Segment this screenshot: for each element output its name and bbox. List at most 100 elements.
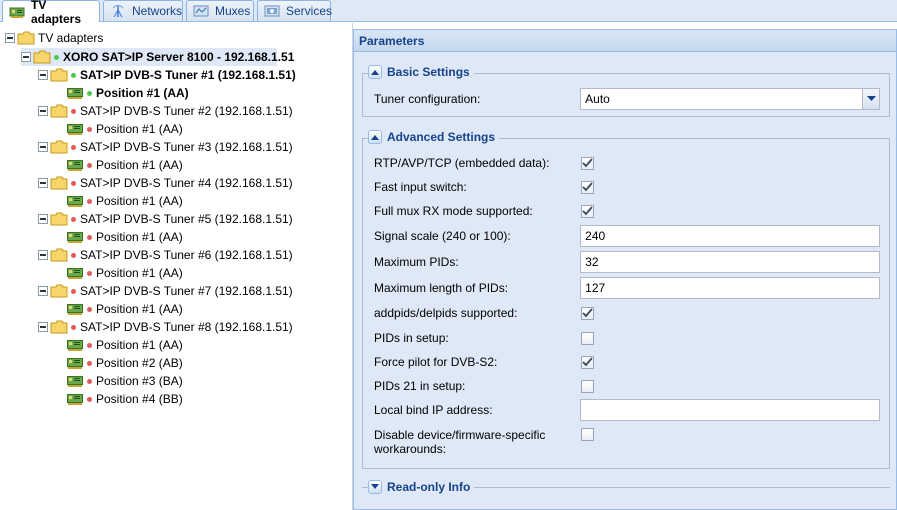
tv-card-icon <box>67 195 83 207</box>
full-mux-checkbox[interactable] <box>581 204 594 218</box>
collapse-toggle-icon[interactable] <box>38 106 48 116</box>
adapter-tree: TV adapters XORO SAT>IP Server 8100 - 19… <box>0 23 352 510</box>
tree-position[interactable]: Position #1 (AA) <box>67 192 183 210</box>
local-bind-ip-input[interactable] <box>580 399 880 421</box>
max-pids-input[interactable]: 32 <box>580 251 880 273</box>
tree-position[interactable]: Position #1 (AA) <box>67 300 183 318</box>
tree-tuner[interactable]: SAT>IP DVB-S Tuner #2 (192.168.1.51) <box>38 102 293 120</box>
tv-card-icon <box>67 87 83 99</box>
position-label: Position #4 (BB) <box>96 392 183 406</box>
force-pilot-checkbox[interactable] <box>581 355 594 369</box>
tree-root[interactable]: TV adapters <box>5 29 103 47</box>
tree-tuner[interactable]: SAT>IP DVB-S Tuner #1 (192.168.1.51) <box>38 66 296 84</box>
tree-tuner[interactable]: SAT>IP DVB-S Tuner #5 (192.168.1.51) <box>38 210 293 228</box>
disable-workarounds-checkbox[interactable] <box>581 428 594 441</box>
tv-card-icon <box>67 123 83 135</box>
checkmark-icon <box>582 182 593 192</box>
status-off-icon <box>71 144 76 150</box>
collapse-toggle-icon[interactable] <box>38 142 48 152</box>
field-label: PIDs in setup: <box>374 331 449 345</box>
tree-tuner[interactable]: SAT>IP DVB-S Tuner #8 (192.168.1.51) <box>38 318 293 336</box>
muxes-icon <box>193 4 209 18</box>
addpids-checkbox[interactable] <box>581 306 594 320</box>
fast-switch-checkbox[interactable] <box>581 180 594 194</box>
status-off-icon <box>87 360 92 366</box>
position-label: Position #1 (AA) <box>96 158 183 172</box>
legend-label: Advanced Settings <box>387 130 496 144</box>
status-off-icon <box>87 162 92 168</box>
collapse-toggle-icon[interactable] <box>21 52 31 62</box>
tab-networks[interactable]: Networks <box>103 0 183 21</box>
tree-position[interactable]: Position #1 (AA) <box>67 336 183 354</box>
tab-muxes[interactable]: Muxes <box>186 0 254 21</box>
tuner-configuration-select[interactable]: Auto <box>580 88 880 110</box>
readonly-info-legend[interactable]: Read-only Info <box>368 480 475 494</box>
tab-strip: TV adapters Networks Muxes Services <box>0 0 897 26</box>
collapse-toggle-icon[interactable] <box>38 286 48 296</box>
tab-services[interactable]: Services <box>257 0 332 21</box>
pids-in-setup-checkbox[interactable] <box>581 331 594 345</box>
chevron-down-icon[interactable] <box>862 89 879 109</box>
checkmark-icon <box>582 158 593 168</box>
tree-tuner[interactable]: SAT>IP DVB-S Tuner #3 (192.168.1.51) <box>38 138 293 156</box>
tv-card-icon <box>67 159 83 171</box>
tuner-label: SAT>IP DVB-S Tuner #2 (192.168.1.51) <box>80 104 293 118</box>
collapse-up-icon[interactable] <box>368 130 382 144</box>
advanced-settings-legend[interactable]: Advanced Settings <box>368 130 500 144</box>
collapse-toggle-icon[interactable] <box>38 70 48 80</box>
status-off-icon <box>87 306 92 312</box>
tree-position[interactable]: Position #2 (AB) <box>67 354 183 372</box>
tree-position[interactable]: Position #1 (AA) <box>67 120 183 138</box>
checkmark-icon <box>582 206 593 216</box>
fast-switch-row: Fast input switch: <box>374 180 880 194</box>
signal-scale-input[interactable]: 240 <box>580 225 880 247</box>
tuner-label: SAT>IP DVB-S Tuner #3 (192.168.1.51) <box>80 140 293 154</box>
legend-label: Basic Settings <box>387 65 470 79</box>
tab-label: Networks <box>132 4 183 18</box>
position-label: Position #1 (AA) <box>96 194 183 208</box>
collapse-up-icon[interactable] <box>368 65 382 79</box>
basic-settings-legend[interactable]: Basic Settings <box>368 65 474 79</box>
status-off-icon <box>71 108 76 114</box>
tuner-label: SAT>IP DVB-S Tuner #5 (192.168.1.51) <box>80 212 293 226</box>
tree-position[interactable]: Position #1 (AA) <box>67 228 183 246</box>
expand-down-icon[interactable] <box>368 480 382 494</box>
signal-scale-row: Signal scale (240 or 100): 240 <box>374 225 880 247</box>
tab-label: Muxes <box>215 4 251 18</box>
tree-position[interactable]: Position #1 (AA) <box>67 156 183 174</box>
tree-position[interactable]: Position #1 (AA) <box>67 84 189 102</box>
collapse-toggle-icon[interactable] <box>38 250 48 260</box>
position-label: Position #1 (AA) <box>96 86 189 100</box>
field-label: RTP/AVP/TCP (embedded data): <box>374 156 550 170</box>
tree-position[interactable]: Position #4 (BB) <box>67 390 183 408</box>
tab-tv-adapters[interactable]: TV adapters <box>2 0 100 26</box>
max-pid-length-row: Maximum length of PIDs: 127 <box>374 277 880 299</box>
position-label: Position #1 (AA) <box>96 122 183 136</box>
tree-tuner[interactable]: SAT>IP DVB-S Tuner #7 (192.168.1.51) <box>38 282 293 300</box>
status-off-icon <box>71 216 76 222</box>
tv-card-icon <box>9 5 25 19</box>
collapse-toggle-icon[interactable] <box>38 322 48 332</box>
tree-root-label: TV adapters <box>38 31 104 45</box>
collapse-toggle-icon[interactable] <box>38 178 48 188</box>
pids-in-setup-row: PIDs in setup: <box>374 331 880 345</box>
max-pids-row: Maximum PIDs: 32 <box>374 251 880 273</box>
folder-icon <box>50 104 68 118</box>
server-label: XORO SAT>IP Server 8100 - 192.168.1.51 <box>63 50 295 64</box>
folder-icon <box>33 50 51 64</box>
folder-icon <box>50 140 68 154</box>
collapse-toggle-icon[interactable] <box>5 33 15 43</box>
pids21-checkbox[interactable] <box>581 379 594 393</box>
tree-tuner[interactable]: SAT>IP DVB-S Tuner #4 (192.168.1.51) <box>38 174 293 192</box>
max-pid-length-input[interactable]: 127 <box>580 277 880 299</box>
tree-position[interactable]: Position #3 (BA) <box>67 372 183 390</box>
services-icon <box>264 4 280 18</box>
collapse-toggle-icon[interactable] <box>38 214 48 224</box>
field-label: Local bind IP address: <box>374 403 493 417</box>
tree-server[interactable]: XORO SAT>IP Server 8100 - 192.168.1.51 <box>21 48 294 66</box>
tv-card-icon <box>67 231 83 243</box>
rtp-checkbox[interactable] <box>581 156 594 170</box>
status-off-icon <box>71 180 76 186</box>
tree-position[interactable]: Position #1 (AA) <box>67 264 183 282</box>
tree-tuner[interactable]: SAT>IP DVB-S Tuner #6 (192.168.1.51) <box>38 246 293 264</box>
